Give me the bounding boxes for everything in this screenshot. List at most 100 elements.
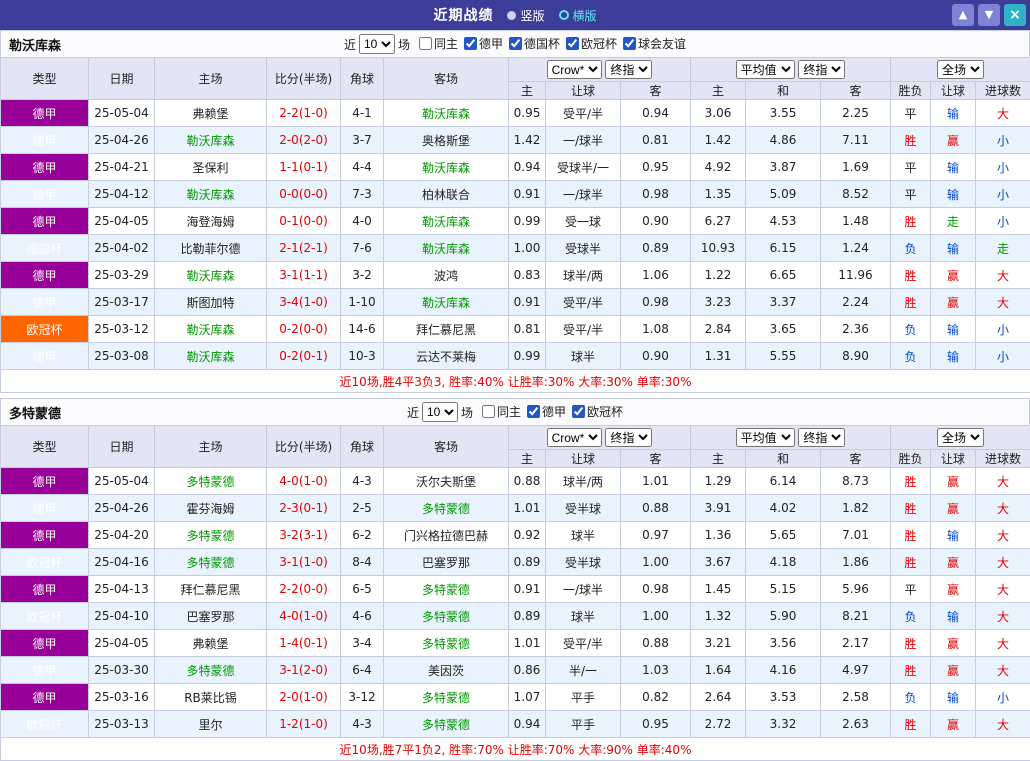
col-type: 类型 [1,426,89,468]
radio-vertical-layout[interactable]: 竖版 [507,7,544,24]
away-team: 奥格斯堡 [384,127,509,154]
match-row: 德甲 25-05-04 多特蒙德 4-0(1-0) 4-3 沃尔夫斯堡 0.88… [1,468,1030,495]
handicap-odds-away: 1.08 [621,316,691,343]
match-row: 德甲 25-03-17 斯图加特 3-4(1-0) 1-10 勒沃库森 0.91… [1,289,1030,316]
corner-score: 8-4 [341,549,384,576]
euro-odds-type-select[interactable]: 平均值 [736,60,795,79]
avg-odds-away: 2.36 [821,316,891,343]
result-wdl: 胜 [891,127,931,154]
close-button[interactable]: × [1004,4,1026,26]
away-team: 勒沃库森 [384,154,509,181]
odds-period-select[interactable]: 终指 [605,428,652,447]
match-score: 1-4(0-1) [267,630,341,657]
euro-odds-period-select[interactable]: 终指 [798,428,845,447]
handicap-odds-home: 0.83 [509,262,546,289]
result-handicap: 输 [931,684,976,711]
avg-odds-home: 3.06 [691,100,746,127]
odds-period-select[interactable]: 终指 [605,60,652,79]
handicap-odds-away: 1.01 [621,468,691,495]
radio-horizontal-layout[interactable]: 横版 [559,7,597,24]
filter-checkbox-input[interactable] [482,405,495,418]
filter-checkbox[interactable]: 球会友谊 [623,35,686,52]
handicap-line: 平手 [546,711,621,738]
handicap-odds-away: 1.00 [621,549,691,576]
result-goals: 大 [976,289,1030,316]
fullmatch-select[interactable]: 全场 [937,428,984,447]
euro-odds-period-select[interactable]: 终指 [798,60,845,79]
filter-checkbox-input[interactable] [419,37,432,50]
avg-odds-draw: 3.56 [746,630,821,657]
away-team: 勒沃库森 [384,208,509,235]
corner-score: 1-10 [341,289,384,316]
away-team: 多特蒙德 [384,576,509,603]
euro-odds-group: 平均值 终指 [691,58,891,82]
corner-score: 2-5 [341,495,384,522]
handicap-odds-home: 0.89 [509,549,546,576]
filter-checkbox[interactable]: 欧冠杯 [572,403,623,420]
filter-checkbox-input[interactable] [464,37,477,50]
match-date: 25-04-21 [89,154,155,181]
result-wdl: 胜 [891,549,931,576]
result-wdl: 平 [891,100,931,127]
col-odds-handicap: 让球 [546,450,621,468]
filter-checkbox-input[interactable] [527,405,540,418]
page-title: 近期战绩 [433,5,493,25]
col-score: 比分(半场) [267,426,341,468]
avg-odds-home: 3.67 [691,549,746,576]
filter-checkbox[interactable]: 同主 [482,403,521,420]
match-row: 德甲 25-04-26 勒沃库森 2-0(2-0) 3-7 奥格斯堡 1.42 … [1,127,1030,154]
home-team: 海登海姆 [155,208,267,235]
filter-checkbox[interactable]: 德国杯 [509,35,560,52]
games-label: 场 [398,36,410,53]
recent-count-select[interactable]: 10 [359,34,395,54]
avg-odds-home: 1.32 [691,603,746,630]
match-row: 德甲 25-03-30 多特蒙德 3-1(2-0) 6-4 美因茨 0.86 半… [1,657,1030,684]
match-date: 25-03-16 [89,684,155,711]
avg-odds-home: 3.21 [691,630,746,657]
odds-company-select[interactable]: Crow* [547,428,602,447]
league-badge: 德甲 [1,208,89,235]
avg-odds-away: 1.48 [821,208,891,235]
match-date: 25-04-05 [89,630,155,657]
avg-odds-away: 7.11 [821,127,891,154]
euro-odds-type-select[interactable]: 平均值 [736,428,795,447]
result-goals: 大 [976,630,1030,657]
result-wdl: 胜 [891,522,931,549]
match-date: 25-05-04 [89,100,155,127]
team-name: 勒沃库森 [9,35,61,54]
match-score: 1-1(0-1) [267,154,341,181]
match-score: 2-0(1-0) [267,684,341,711]
away-team: 柏林联合 [384,181,509,208]
odds-company-select[interactable]: Crow* [547,60,602,79]
away-team: 多特蒙德 [384,711,509,738]
filter-checkbox-input[interactable] [509,37,522,50]
filter-checkbox-input[interactable] [566,37,579,50]
fullmatch-select[interactable]: 全场 [937,60,984,79]
filter-bar: 近 10 场 同主德甲欧冠杯 [407,402,623,422]
handicap-odds-home: 1.07 [509,684,546,711]
league-badge: 欧冠杯 [1,711,89,738]
results-table: 类型 日期 主场 比分(半场) 角球 客场 Crow* 终指 平均值 终指 [0,57,1030,393]
filter-checkbox[interactable]: 德甲 [527,403,566,420]
filter-checkbox[interactable]: 同主 [419,35,458,52]
filter-checkbox-input[interactable] [572,405,585,418]
avg-odds-home: 1.36 [691,522,746,549]
match-score: 3-4(1-0) [267,289,341,316]
filter-checkbox[interactable]: 欧冠杯 [566,35,617,52]
col-odds-home: 主 [509,82,546,100]
filter-checkbox[interactable]: 德甲 [464,35,503,52]
result-wdl: 负 [891,235,931,262]
avg-odds-draw: 5.90 [746,603,821,630]
handicap-odds-home: 0.91 [509,289,546,316]
move-up-button[interactable]: ▲ [952,4,974,26]
home-team: 勒沃库森 [155,127,267,154]
handicap-odds-away: 1.03 [621,657,691,684]
recent-count-select[interactable]: 10 [422,402,458,422]
league-badge: 德甲 [1,289,89,316]
move-down-button[interactable]: ▼ [978,4,1000,26]
avg-odds-away: 1.24 [821,235,891,262]
match-score: 3-1(2-0) [267,657,341,684]
handicap-line: 半/一 [546,657,621,684]
filter-checkbox-input[interactable] [623,37,636,50]
handicap-odds-away: 0.95 [621,154,691,181]
